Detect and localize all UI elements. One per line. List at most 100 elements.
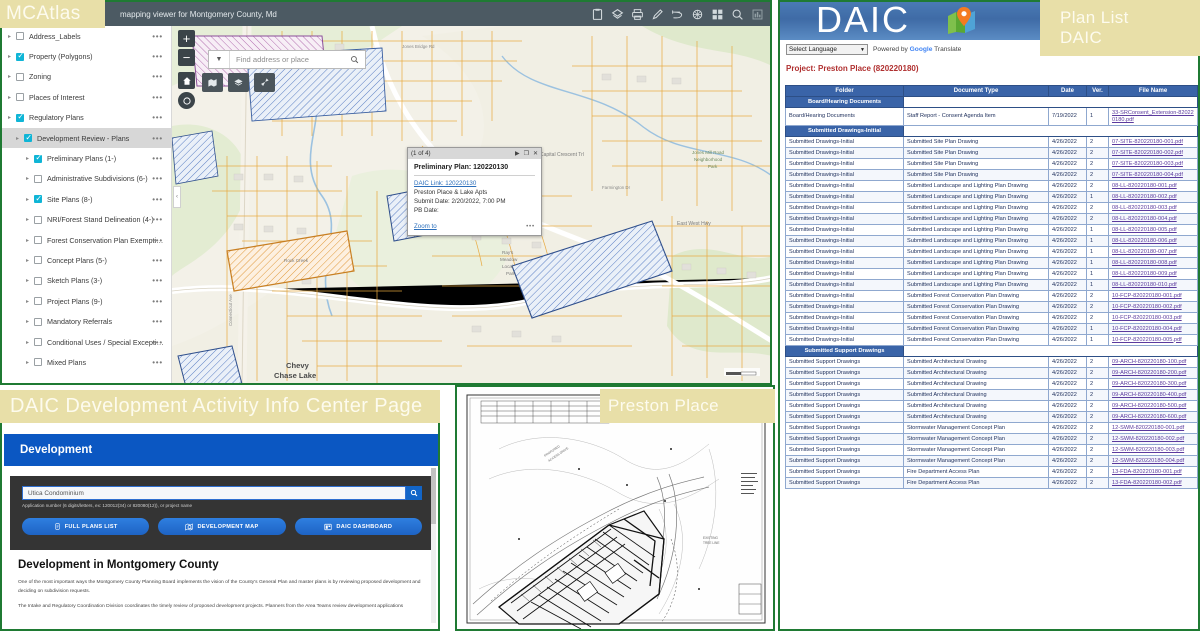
home-button[interactable]: [178, 72, 195, 89]
file-link[interactable]: 09-ARCH-820220180-200.pdf: [1112, 370, 1186, 376]
zoom-out-button[interactable]: −: [178, 49, 195, 66]
file-link[interactable]: 08-LL-820220180-007.pdf: [1112, 249, 1177, 255]
layer-checkbox[interactable]: [34, 236, 42, 245]
cell-file-name[interactable]: 07-SITE-820220180-001.pdf: [1108, 136, 1198, 149]
layer-checkbox[interactable]: [34, 174, 42, 183]
layers-icon[interactable]: [611, 8, 624, 21]
cell-file-name[interactable]: 13-FDA-820220180-002.pdf: [1108, 477, 1198, 490]
layer-item-10[interactable]: ▸Forest Conservation Plan Exemptions (4-…: [2, 230, 171, 250]
map-search-box[interactable]: ▼ Find address or place: [208, 50, 366, 69]
file-link[interactable]: 09-ARCH-820220180-400.pdf: [1112, 392, 1186, 398]
plan-search-button[interactable]: [406, 486, 422, 500]
layer-expand-icon[interactable]: ▸: [26, 298, 34, 305]
table-row[interactable]: Submitted Drawings-Initial Submitted Site…: [785, 169, 1198, 182]
cell-file-name[interactable]: 12-SWM-820220180-002.pdf: [1108, 433, 1198, 446]
file-link[interactable]: 08-LL-820220180-008.pdf: [1112, 260, 1177, 266]
popup-more-menu[interactable]: •••: [526, 223, 535, 230]
layer-checkbox[interactable]: [16, 51, 24, 61]
layer-options-menu[interactable]: •••: [152, 338, 163, 347]
layer-options-menu[interactable]: •••: [152, 174, 163, 183]
file-link[interactable]: 10-FCP-820220180-004.pdf: [1112, 326, 1182, 332]
map-canvas[interactable]: Chevy Chase Lake Capital Crescent Trl Ea…: [172, 26, 770, 383]
table-row[interactable]: Submitted Support Drawings Submitted Arch…: [785, 378, 1198, 391]
cell-file-name[interactable]: 08-LL-820220180-006.pdf: [1108, 235, 1198, 248]
file-link[interactable]: 09-ARCH-820220180-300.pdf: [1112, 381, 1186, 387]
table-row[interactable]: Submitted Drawings-Initial Submitted Site…: [785, 136, 1198, 149]
layer-options-menu[interactable]: •••: [152, 358, 163, 367]
table-row[interactable]: Submitted Drawings-Initial Submitted Fore…: [785, 312, 1198, 325]
cell-file-name[interactable]: 08-LL-820220180-005.pdf: [1108, 224, 1198, 237]
table-row[interactable]: Submitted Drawings-Initial Submitted Fore…: [785, 301, 1198, 314]
layer-options-menu[interactable]: •••: [152, 72, 163, 81]
layer-expand-icon[interactable]: ▸: [26, 237, 34, 244]
layer-item-16[interactable]: ▸ Mixed Plans •••: [2, 352, 171, 372]
popup-zoom-to-link[interactable]: Zoom to: [414, 223, 437, 230]
table-row[interactable]: Submitted Support Drawings Fire Departmen…: [785, 477, 1198, 490]
layer-checkbox[interactable]: [34, 153, 42, 163]
cell-file-name[interactable]: 08-LL-820220180-003.pdf: [1108, 202, 1198, 215]
cell-file-name[interactable]: 07-SITE-820220180-003.pdf: [1108, 158, 1198, 171]
cell-file-name[interactable]: 10-FCP-820220180-001.pdf: [1108, 290, 1198, 303]
file-link[interactable]: 08-LL-820220180-009.pdf: [1112, 271, 1177, 277]
file-link[interactable]: 10-FCP-820220180-003.pdf: [1112, 315, 1182, 321]
layer-item-4[interactable]: ▸ Regulatory Plans •••: [2, 108, 171, 128]
layer-expand-icon[interactable]: ▸: [16, 135, 24, 142]
layer-item-11[interactable]: ▸ Concept Plans (5-) •••: [2, 250, 171, 270]
layer-item-6[interactable]: ▸Preliminary Plans (1-)•••: [2, 148, 171, 168]
layer-options-menu[interactable]: •••: [152, 113, 163, 122]
search-scope-dropdown[interactable]: ▼: [209, 51, 230, 68]
file-link[interactable]: 08-LL-820220180-004.pdf: [1112, 216, 1177, 222]
popup-close-icon[interactable]: ✕: [533, 150, 538, 157]
cell-file-name[interactable]: 10-FCP-820220180-003.pdf: [1108, 312, 1198, 325]
layer-checkbox[interactable]: [34, 317, 42, 326]
table-row[interactable]: Submitted Drawings-Initial Submitted Fore…: [785, 290, 1198, 303]
layer-expand-icon[interactable]: ▸: [26, 175, 34, 182]
layer-checkbox[interactable]: [24, 133, 32, 143]
file-link[interactable]: 08-LL-820220180-003.pdf: [1112, 205, 1177, 211]
chart-icon[interactable]: [751, 8, 764, 21]
cell-file-name[interactable]: 12-SWM-820220180-004.pdf: [1108, 455, 1198, 468]
table-row[interactable]: Submitted Drawings-Initial Submitted Fore…: [785, 334, 1198, 347]
cell-file-name[interactable]: 09-ARCH-820220180-500.pdf: [1108, 400, 1198, 413]
cell-file-name[interactable]: 13-FDA-820220180-001.pdf: [1108, 466, 1198, 479]
table-row[interactable]: Submitted Drawings-Initial Submitted Site…: [785, 158, 1198, 171]
table-row[interactable]: Submitted Support Drawings Stormwater Man…: [785, 455, 1198, 468]
layer-options-menu[interactable]: •••: [152, 195, 163, 204]
plan-search-input[interactable]: Utica Condominium: [22, 486, 406, 500]
share-icon[interactable]: [691, 8, 704, 21]
basemap-button[interactable]: [202, 73, 223, 92]
file-link[interactable]: 10-FCP-820220180-005.pdf: [1112, 337, 1182, 343]
layer-item-3[interactable]: ▸ Places of Interest •••: [2, 87, 171, 107]
cell-file-name[interactable]: 09-ARCH-820220180-400.pdf: [1108, 389, 1198, 402]
daic-dashboard-button[interactable]: DAIC DASHBOARD: [294, 518, 422, 535]
layer-options-menu[interactable]: •••: [152, 256, 163, 265]
layer-expand-icon[interactable]: ▸: [8, 73, 16, 80]
feature-popup[interactable]: (1 of 4) ▶ ❐ ✕ Preliminary Plan: 1202201…: [407, 147, 542, 236]
pencil-icon[interactable]: [651, 8, 664, 21]
file-link[interactable]: 12-SWM-820220180-002.pdf: [1112, 436, 1184, 442]
table-row[interactable]: Submitted Support Drawings Submitted Arch…: [785, 400, 1198, 413]
layer-checkbox[interactable]: [34, 358, 42, 367]
layer-options-menu[interactable]: •••: [152, 215, 163, 224]
file-link[interactable]: 07-SITE-820220180-001.pdf: [1112, 139, 1183, 145]
layer-expand-icon[interactable]: ▸: [8, 33, 16, 40]
file-link[interactable]: 13-FDA-820220180-002.pdf: [1112, 480, 1182, 486]
file-link[interactable]: 08-LL-820220180-002.pdf: [1112, 194, 1177, 200]
file-link[interactable]: 10-FCP-820220180-002.pdf: [1112, 304, 1182, 310]
layer-options-menu[interactable]: •••: [152, 154, 163, 163]
table-row[interactable]: Submitted Support Drawings Submitted Arch…: [785, 389, 1198, 402]
file-link[interactable]: 09-ARCH-820220180-600.pdf: [1112, 414, 1186, 420]
cell-file-name[interactable]: 08-LL-820220180-009.pdf: [1108, 268, 1198, 281]
popup-next-icon[interactable]: ▶: [515, 150, 520, 157]
layer-checkbox[interactable]: [34, 297, 42, 306]
layer-item-15[interactable]: ▸ Conditional Uses / Special Exceptions ••…: [2, 332, 171, 352]
cell-file-name[interactable]: 09-ARCH-820220180-300.pdf: [1108, 378, 1198, 391]
layer-item-5[interactable]: ▸ Development Review - Plans •••: [2, 127, 171, 149]
popup-maximize-icon[interactable]: ❐: [524, 150, 529, 157]
table-row[interactable]: Submitted Support Drawings Stormwater Man…: [785, 444, 1198, 457]
table-row[interactable]: Submitted Drawings-Initial Submitted Land…: [785, 246, 1198, 259]
cell-file-name[interactable]: 33-SRConsent_Extension-820220180.pdf: [1108, 107, 1198, 127]
popup-controls[interactable]: ▶ ❐ ✕: [515, 150, 538, 157]
cell-file-name[interactable]: 08-LL-820220180-001.pdf: [1108, 180, 1198, 193]
popup-daic-link[interactable]: DAIC Link: 120220130: [414, 180, 476, 187]
